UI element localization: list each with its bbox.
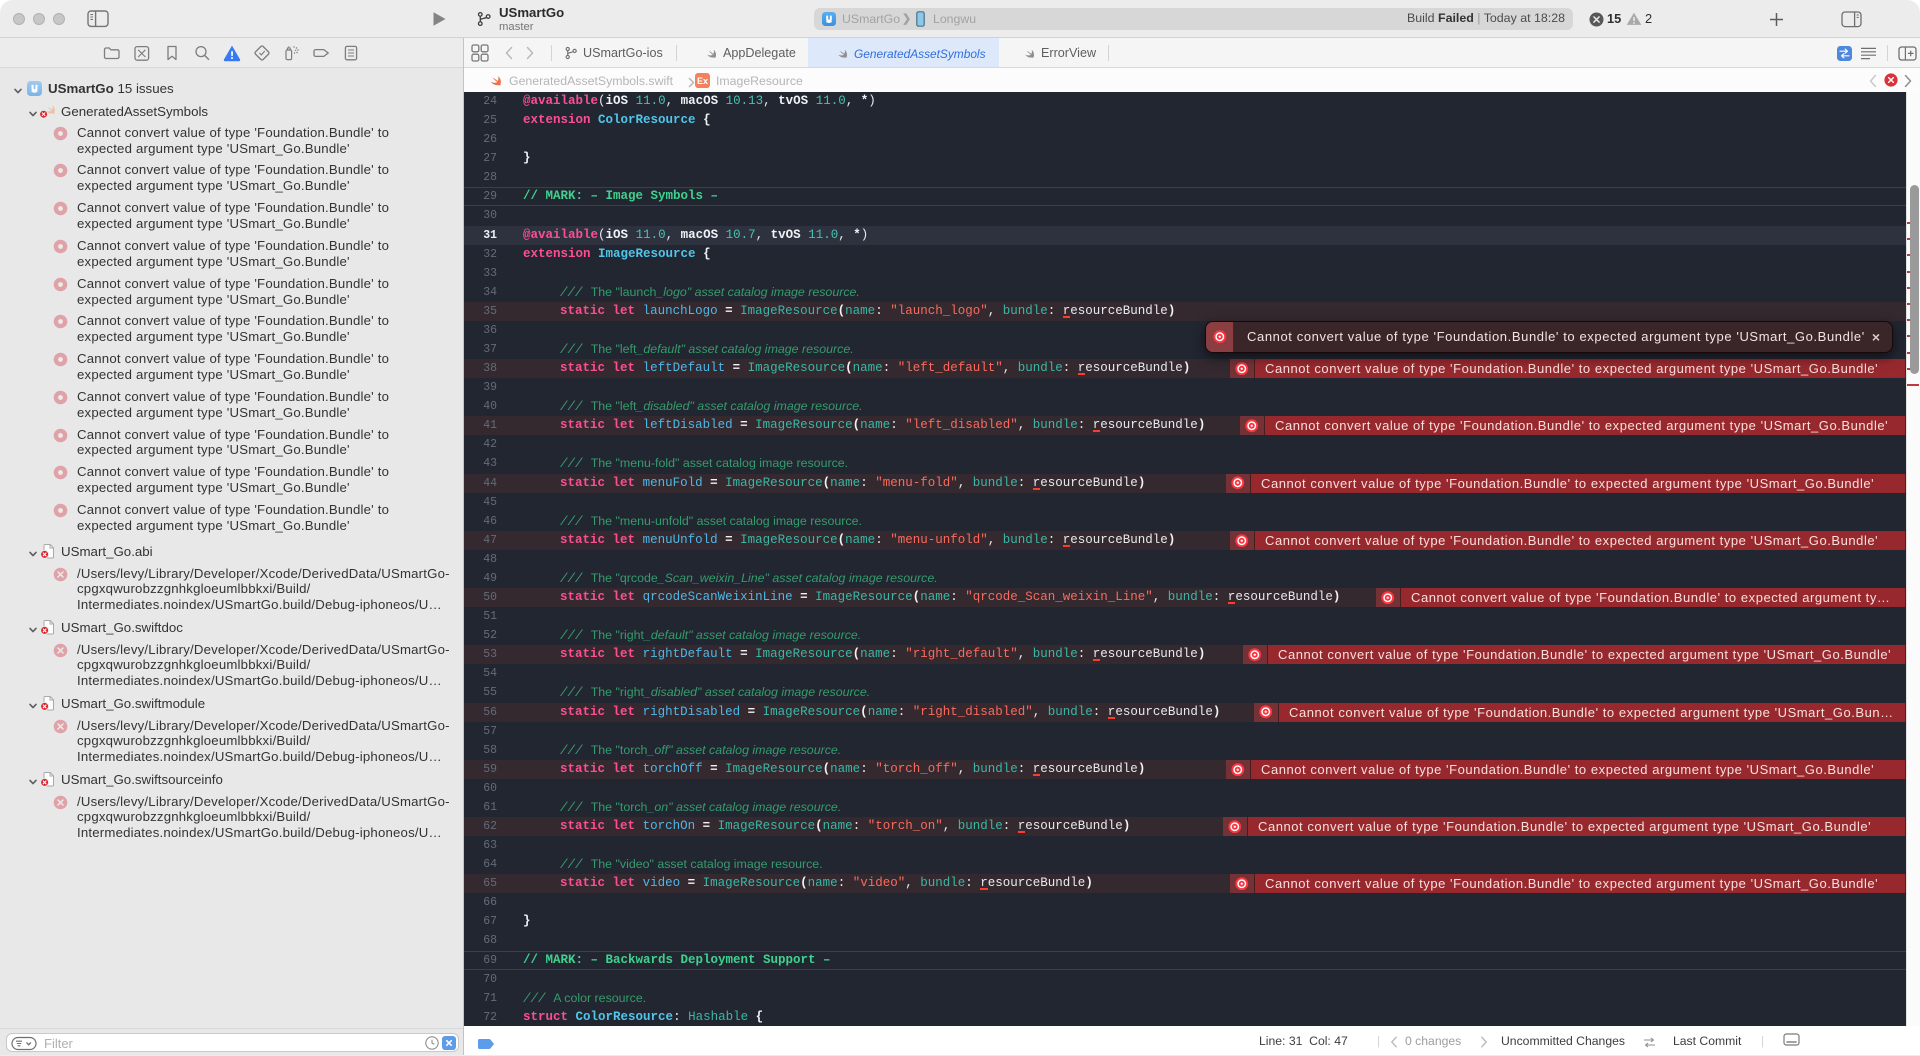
svg-text:Ex: Ex bbox=[697, 76, 708, 86]
